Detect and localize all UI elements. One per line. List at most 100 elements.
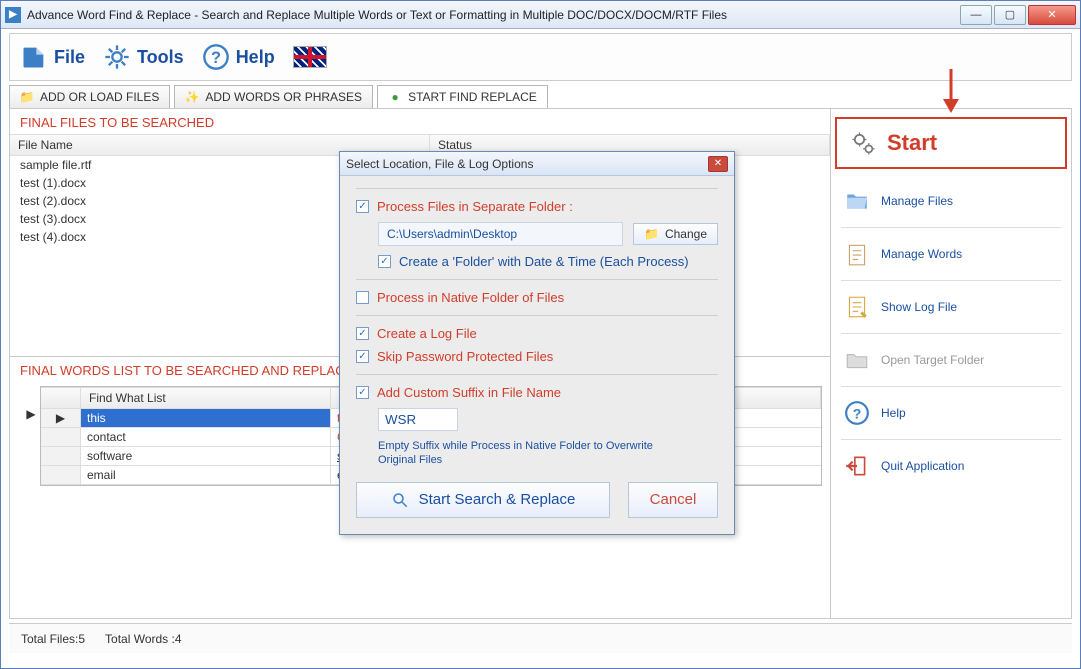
path-row: C:\Users\admin\Desktop 📁 Change (378, 222, 718, 246)
divider (841, 280, 1061, 281)
svg-text:?: ? (211, 49, 221, 67)
manage-files-label: Manage Files (881, 194, 953, 208)
close-button[interactable]: ✕ (1028, 5, 1076, 25)
help-icon: ? (202, 43, 230, 71)
window-buttons: — ▢ ✕ (960, 5, 1076, 25)
title-bar: ▶ Advance Word Find & Replace - Search a… (1, 1, 1080, 29)
start-search-replace-button[interactable]: Start Search & Replace (356, 482, 610, 518)
suffix-input[interactable] (378, 408, 458, 431)
right-column: Start Manage Files Manage Words S (831, 109, 1071, 618)
checkbox-icon: ✓ (356, 327, 369, 340)
menu-help-label: Help (236, 47, 275, 68)
tab-start-find-replace[interactable]: ● START FIND REPLACE (377, 85, 548, 108)
process-separate-label: Process Files in Separate Folder : (377, 199, 573, 214)
words-icon (843, 240, 871, 268)
process-native-label: Process in Native Folder of Files (377, 290, 564, 305)
minimize-button[interactable]: — (960, 5, 992, 25)
status-total-words: Total Words :4 (105, 632, 181, 646)
dialog-title-bar[interactable]: Select Location, File & Log Options ✕ (340, 152, 734, 176)
menu-tools[interactable]: Tools (103, 43, 184, 71)
change-button[interactable]: 📁 Change (633, 223, 718, 245)
process-separate-checkbox[interactable]: ✓ Process Files in Separate Folder : (356, 199, 718, 214)
svg-text:?: ? (853, 405, 862, 421)
dialog-buttons: Start Search & Replace Cancel (356, 482, 718, 518)
checkbox-icon (356, 291, 369, 304)
col-find[interactable]: Find What List (81, 388, 331, 408)
skip-password-checkbox[interactable]: ✓ Skip Password Protected Files (356, 349, 718, 364)
manage-files-button[interactable]: Manage Files (835, 181, 1067, 221)
create-log-label: Create a Log File (377, 326, 477, 341)
col-selector (41, 388, 81, 408)
quit-icon (843, 452, 871, 480)
options-dialog: Select Location, File & Log Options ✕ ✓ … (339, 151, 735, 535)
cancel-button[interactable]: Cancel (628, 482, 718, 518)
help-button[interactable]: ? Help (835, 393, 1067, 433)
search-icon (391, 491, 409, 509)
folder-icon: 📁 (644, 227, 659, 241)
tab-strip: 📁 ADD OR LOAD FILES ✨ ADD WORDS OR PHRAS… (1, 85, 1080, 108)
open-target-label: Open Target Folder (881, 353, 984, 367)
cell-find[interactable]: software (81, 447, 331, 465)
suffix-hint: Empty Suffix while Process in Native Fol… (378, 439, 658, 468)
log-icon (843, 293, 871, 321)
manage-words-button[interactable]: Manage Words (835, 234, 1067, 274)
dialog-title: Select Location, File & Log Options (346, 157, 533, 171)
menu-tools-label: Tools (137, 47, 184, 68)
app-window: ▶ Advance Word Find & Replace - Search a… (0, 0, 1081, 669)
start-label: Start (887, 130, 937, 156)
checkbox-icon: ✓ (356, 350, 369, 363)
tab-add-files-label: ADD OR LOAD FILES (40, 90, 159, 104)
add-suffix-label: Add Custom Suffix in File Name (377, 385, 561, 400)
window-title: Advance Word Find & Replace - Search and… (27, 8, 960, 22)
row-indicator-icon: ▶ (41, 409, 81, 427)
tab-add-words[interactable]: ✨ ADD WORDS OR PHRASES (174, 85, 373, 108)
divider (841, 227, 1061, 228)
dialog-body: ✓ Process Files in Separate Folder : C:\… (340, 176, 734, 534)
quit-button[interactable]: Quit Application (835, 446, 1067, 486)
add-suffix-checkbox[interactable]: ✓ Add Custom Suffix in File Name (356, 385, 718, 400)
checkbox-icon: ✓ (378, 255, 391, 268)
checkbox-icon: ✓ (356, 386, 369, 399)
current-row-arrow-icon: ▶ (24, 407, 38, 421)
status-total-files: Total Files:5 (21, 632, 85, 646)
target-folder-icon (843, 346, 871, 374)
create-log-checkbox[interactable]: ✓ Create a Log File (356, 326, 718, 341)
gear-icon (103, 43, 131, 71)
row-indicator-icon (41, 466, 81, 484)
change-label: Change (665, 227, 707, 241)
dialog-close-button[interactable]: ✕ (708, 156, 728, 172)
process-native-checkbox[interactable]: Process in Native Folder of Files (356, 290, 718, 305)
tab-add-files[interactable]: 📁 ADD OR LOAD FILES (9, 85, 170, 108)
uk-flag-icon[interactable] (293, 46, 327, 68)
show-log-label: Show Log File (881, 300, 957, 314)
help-label: Help (881, 406, 906, 420)
red-arrow-icon (941, 69, 961, 113)
start-search-label: Start Search & Replace (419, 491, 576, 508)
row-indicator-icon (41, 428, 81, 446)
app-icon: ▶ (5, 7, 21, 23)
folder-icon: 📁 (20, 90, 34, 104)
gears-icon (849, 129, 877, 157)
cell-find[interactable]: contact (81, 428, 331, 446)
row-indicator-icon (41, 447, 81, 465)
tab-add-words-label: ADD WORDS OR PHRASES (205, 90, 362, 104)
manage-words-label: Manage Words (881, 247, 962, 261)
maximize-button[interactable]: ▢ (994, 5, 1026, 25)
cell-find[interactable]: this (81, 409, 331, 427)
cell-find[interactable]: email (81, 466, 331, 484)
menu-bar: File Tools ? Help (9, 33, 1072, 81)
status-bar: Total Files:5 Total Words :4 (9, 623, 1072, 653)
open-target-button[interactable]: Open Target Folder (835, 340, 1067, 380)
check-icon: ● (388, 90, 402, 104)
divider (841, 439, 1061, 440)
start-button[interactable]: Start (835, 117, 1067, 169)
divider (841, 333, 1061, 334)
quit-label: Quit Application (881, 459, 964, 473)
create-folder-checkbox[interactable]: ✓ Create a 'Folder' with Date & Time (Ea… (378, 254, 718, 269)
path-input[interactable]: C:\Users\admin\Desktop (378, 222, 623, 246)
tab-start-label: START FIND REPLACE (408, 90, 537, 104)
checkbox-icon: ✓ (356, 200, 369, 213)
show-log-button[interactable]: Show Log File (835, 287, 1067, 327)
menu-file[interactable]: File (20, 43, 85, 71)
menu-help[interactable]: ? Help (202, 43, 275, 71)
